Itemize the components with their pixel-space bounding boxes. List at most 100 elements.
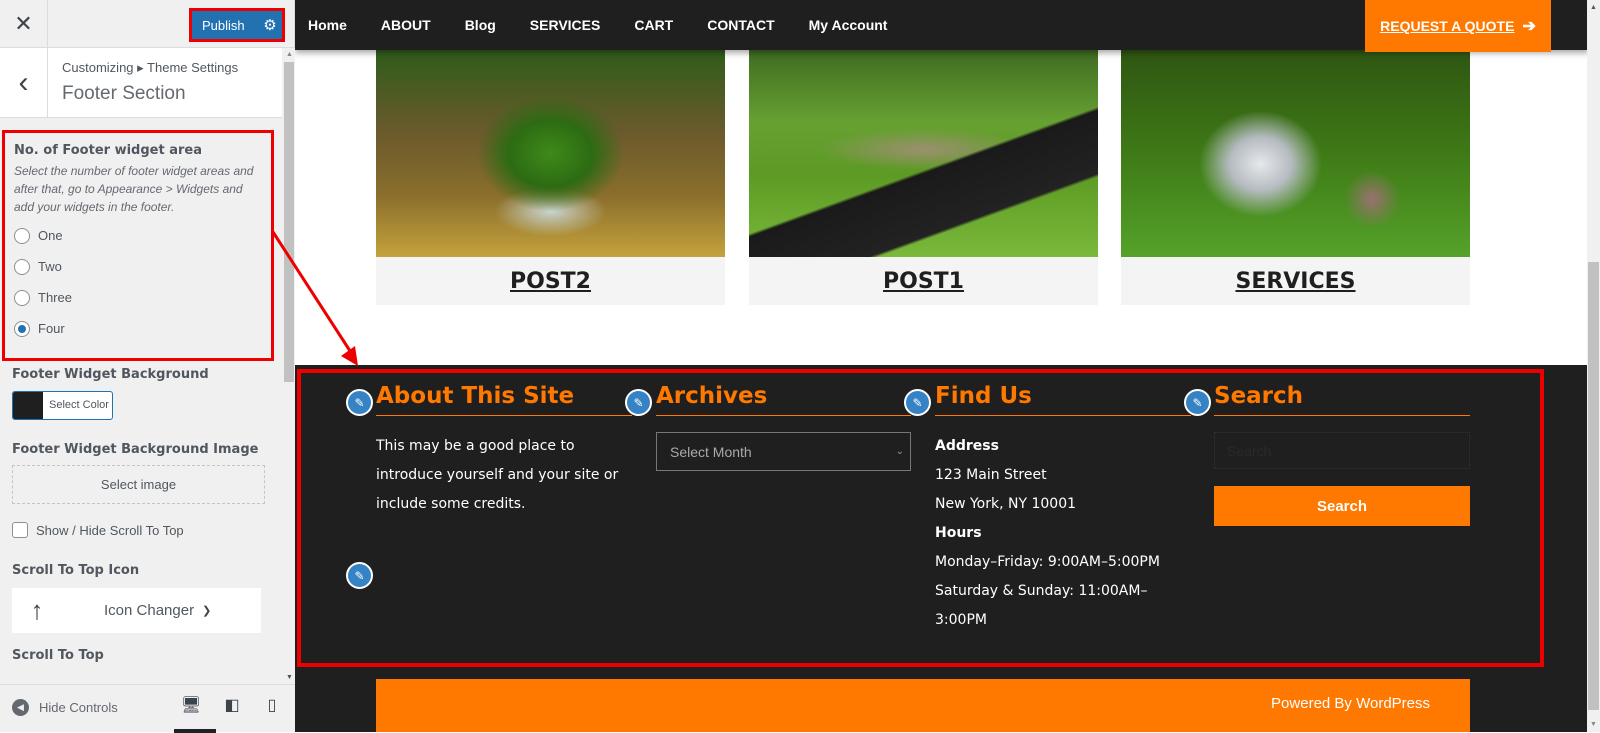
radio-label: One xyxy=(38,228,63,243)
nav-item-my-account[interactable]: My Account xyxy=(809,17,888,33)
about-text: This may be a good place to introduce yo… xyxy=(376,438,619,512)
chevron-left-icon: ‹ xyxy=(18,66,29,99)
card-title[interactable]: SERVICES xyxy=(1121,257,1470,305)
card-title[interactable]: POST1 xyxy=(749,257,1098,305)
nav-item-cart[interactable]: CART xyxy=(634,17,673,33)
radio-label: Four xyxy=(38,321,65,336)
address-line: 123 Main Street xyxy=(935,467,1047,483)
hours-line: 3:00PM xyxy=(935,612,987,628)
preview-scroll-thumb[interactable] xyxy=(1588,262,1599,710)
radio-option-four[interactable]: Four xyxy=(14,313,262,344)
hide-controls-label: Hide Controls xyxy=(39,700,118,715)
widget-title: Find Us xyxy=(935,383,1191,416)
back-button[interactable]: ‹ xyxy=(0,48,48,118)
card-image[interactable] xyxy=(749,50,1098,257)
sidebar-scrollbar[interactable]: ▲ ▼ xyxy=(283,48,295,684)
sidebar-footer: ◀ Hide Controls 🖥 ◧ ▯ xyxy=(0,684,295,733)
scroll-down-icon[interactable]: ▼ xyxy=(286,674,293,681)
hours-label: Hours xyxy=(935,525,982,541)
radio-button[interactable] xyxy=(14,320,30,337)
site-preview: Home ABOUT Blog SERVICES CART CONTACT My Accou… xyxy=(295,0,1600,732)
post-card[interactable]: SERVICES xyxy=(1121,50,1470,305)
scroll-to-top-checkbox[interactable] xyxy=(12,522,28,538)
sidebar-scroll-thumb[interactable] xyxy=(284,62,294,382)
publish-button[interactable]: Publish xyxy=(192,18,258,33)
radio-button[interactable] xyxy=(14,227,30,244)
widget-title: About This Site xyxy=(376,383,632,416)
nav-item-contact[interactable]: CONTACT xyxy=(707,17,774,33)
card-image[interactable] xyxy=(376,50,725,257)
tablet-preview-icon[interactable]: ◧ xyxy=(217,695,247,715)
bg-image-label: Footer Widget Background Image xyxy=(12,442,259,457)
scroll-to-top-label: Scroll To Top xyxy=(12,648,104,663)
scroll-up-icon[interactable]: ▲ xyxy=(1590,4,1597,11)
card-title[interactable]: POST2 xyxy=(376,257,725,305)
footer-col-archives: Archives Select Month ⌄ xyxy=(656,383,911,471)
edit-pencil-icon[interactable]: ✎ xyxy=(904,389,931,416)
scroll-down-icon[interactable]: ▼ xyxy=(1590,721,1597,728)
preview-scrollbar[interactable]: ▲ ▼ xyxy=(1587,0,1600,732)
address-label: Address xyxy=(935,438,999,454)
widget-title: Archives xyxy=(656,383,911,416)
close-icon: ✕ xyxy=(14,10,33,36)
icon-changer-label: Icon Changer xyxy=(104,602,195,619)
card-image[interactable] xyxy=(1121,50,1470,257)
radio-label: Two xyxy=(38,259,62,274)
address-line: New York, NY 10001 xyxy=(935,496,1077,512)
hours-line: Saturday & Sunday: 11:00AM– xyxy=(935,583,1148,599)
edit-pencil-icon[interactable]: ✎ xyxy=(1184,389,1211,416)
nav-item-services[interactable]: SERVICES xyxy=(530,17,601,33)
select-image-button[interactable]: Select image xyxy=(12,465,265,504)
footer-widget-area-control: No. of Footer widget area Select the num… xyxy=(2,130,274,361)
footer-col-search: Search Search Search xyxy=(1214,383,1470,526)
gear-icon[interactable]: ⚙ xyxy=(258,16,282,34)
close-customizer-button[interactable]: ✕ xyxy=(0,0,48,47)
radio-label: Three xyxy=(38,290,72,305)
collapse-icon: ◀ xyxy=(12,699,29,716)
copyright-bar: Powered By WordPress xyxy=(376,679,1470,732)
icon-changer-dropdown[interactable]: ↑ Icon Changer ❯ xyxy=(12,588,261,633)
radio-option-one[interactable]: One xyxy=(14,220,262,251)
scroll-up-icon[interactable]: ▲ xyxy=(286,51,293,58)
scroll-icon-label: Scroll To Top Icon xyxy=(12,563,140,578)
widget-title: Search xyxy=(1214,383,1470,416)
radio-group: One Two Three Four xyxy=(14,220,262,344)
select-placeholder: Select Month xyxy=(670,443,752,460)
powered-by-link[interactable]: Powered By WordPress xyxy=(1271,695,1430,712)
control-title: No. of Footer widget area xyxy=(14,143,202,158)
customizer-sidebar: ✕ Publish ⚙ ‹ Customizing ▸ Theme Settin… xyxy=(0,0,295,733)
desktop-preview-icon[interactable]: 🖥 xyxy=(176,695,206,715)
edit-pencil-icon[interactable]: ✎ xyxy=(346,562,373,589)
footer-col-about: About This Site This may be a good place… xyxy=(376,383,632,519)
hide-controls-button[interactable]: ◀ Hide Controls xyxy=(12,699,118,716)
nav-item-home[interactable]: Home xyxy=(308,17,347,33)
request-quote-button[interactable]: REQUEST A QUOTE ➔ xyxy=(1365,0,1551,52)
post-card[interactable]: POST2 xyxy=(376,50,725,305)
hours-line: Monday–Friday: 9:00AM–5:00PM xyxy=(935,554,1160,570)
request-quote-label: REQUEST A QUOTE xyxy=(1380,18,1515,34)
post-card[interactable]: POST1 xyxy=(749,50,1098,305)
select-color-label: Select Color xyxy=(49,399,109,411)
main-menu: Home ABOUT Blog SERVICES CART CONTACT My Accou… xyxy=(308,0,921,50)
site-navbar: Home ABOUT Blog SERVICES CART CONTACT My Accou… xyxy=(295,0,1589,52)
arrow-up-icon: ↑ xyxy=(30,595,44,625)
mobile-preview-icon[interactable]: ▯ xyxy=(257,695,287,715)
search-button[interactable]: Search xyxy=(1214,486,1470,526)
breadcrumb: Customizing ▸ Theme Settings xyxy=(62,60,239,75)
sidebar-top-bar: ✕ Publish ⚙ xyxy=(0,0,294,48)
scroll-to-top-toggle[interactable]: Show / Hide Scroll To Top xyxy=(12,522,184,538)
edit-pencil-icon[interactable]: ✎ xyxy=(346,389,373,416)
footer-col-find-us: Find Us Address 123 Main Street New York… xyxy=(935,383,1191,635)
select-color-button[interactable]: Select Color xyxy=(12,391,113,420)
nav-item-about[interactable]: ABOUT xyxy=(381,17,431,33)
search-input[interactable]: Search xyxy=(1214,432,1470,469)
radio-button[interactable] xyxy=(14,258,30,275)
edit-pencil-icon[interactable]: ✎ xyxy=(625,389,652,416)
archives-month-select[interactable]: Select Month ⌄ xyxy=(656,432,911,471)
radio-option-two[interactable]: Two xyxy=(14,251,262,282)
nav-item-blog[interactable]: Blog xyxy=(465,17,496,33)
scroll-to-top-checkbox-label: Show / Hide Scroll To Top xyxy=(36,522,184,538)
radio-button[interactable] xyxy=(14,289,30,306)
radio-option-three[interactable]: Three xyxy=(14,282,262,313)
bg-color-label: Footer Widget Background xyxy=(12,367,209,382)
